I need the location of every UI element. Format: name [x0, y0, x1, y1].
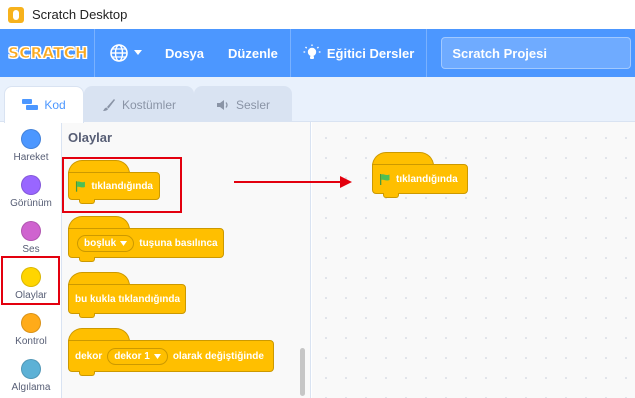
key-dropdown-value: boşluk — [84, 237, 117, 249]
category-label: Algılama — [11, 382, 51, 393]
menu-divider — [426, 29, 428, 77]
category-motion[interactable]: Hareket — [0, 124, 62, 170]
when-sprite-clicked-block[interactable]: bu kukla tıklandığında — [68, 284, 186, 318]
green-flag-icon — [380, 174, 390, 185]
chevron-down-icon — [153, 353, 161, 359]
chevron-down-icon — [134, 50, 142, 55]
chevron-down-icon — [120, 240, 128, 246]
project-title-input[interactable]: Scratch Projesi — [441, 37, 632, 69]
lightbulb-icon — [303, 44, 321, 59]
editor-tabs: Kod Kostümler Sesler — [0, 77, 635, 123]
tab-code-label: Kod — [44, 98, 66, 112]
tutorials-menu[interactable]: Eğitici Dersler — [291, 29, 426, 77]
category-dot — [21, 221, 41, 241]
category-label: Kontrol — [15, 336, 47, 347]
code-blocks-icon — [22, 99, 39, 110]
category-label: Ses — [22, 244, 40, 255]
backdrop-dropdown[interactable]: dekor 1 — [107, 347, 168, 365]
tab-costumes-label: Kostümler — [121, 97, 177, 112]
when-key-pressed-block[interactable]: boşluk tuşuna basılınca — [68, 228, 224, 262]
tab-costumes[interactable]: Kostümler — [84, 86, 194, 122]
window-title: Scratch Desktop — [32, 7, 128, 22]
brush-icon — [102, 98, 115, 111]
language-menu[interactable] — [95, 29, 153, 77]
category-looks[interactable]: Görünüm — [0, 170, 62, 216]
category-dot — [21, 359, 41, 379]
palette-scrollbar[interactable] — [300, 348, 305, 396]
workspace: Hareket Görünüm Ses Olaylar Kontrol Algı… — [0, 121, 635, 398]
arrow-head-icon — [340, 176, 352, 188]
tutorials-label: Eğitici Dersler — [326, 45, 415, 61]
block-label: dekor — [75, 350, 103, 362]
category-dot — [21, 129, 41, 149]
tab-code[interactable]: Kod — [4, 86, 84, 123]
block-label: tuşuna basılınca — [139, 237, 218, 249]
script-area[interactable]: tıklandığında — [312, 122, 635, 398]
block-label: bu kukla tıklandığında — [75, 293, 181, 305]
when-backdrop-switches-block[interactable]: dekor dekor 1 olarak değiştiğinde — [68, 340, 274, 376]
category-dot — [21, 313, 41, 333]
highlight-box-events-category — [1, 256, 60, 305]
block-label: olarak değiştiğinde — [172, 350, 264, 362]
scratch-logo[interactable]: SCRATCH — [8, 39, 88, 67]
highlight-box-flag-block — [62, 157, 182, 213]
block-label: tıklandığında — [396, 173, 458, 185]
drag-arrow — [234, 181, 344, 183]
globe-icon — [110, 44, 128, 62]
menu-bar: SCRATCH Dosya Düzenle Eğitici Dersler Sc… — [0, 29, 635, 77]
tab-sounds-label: Sesler — [235, 97, 270, 112]
edit-menu[interactable]: Düzenle — [216, 29, 290, 77]
title-bar: Scratch Desktop — [0, 0, 635, 29]
file-menu[interactable]: Dosya — [153, 29, 216, 77]
category-label: Görünüm — [10, 198, 52, 209]
key-dropdown[interactable]: boşluk — [77, 234, 135, 252]
tab-sounds[interactable]: Sesler — [194, 86, 292, 122]
when-flag-clicked-block[interactable]: tıklandığında — [372, 164, 468, 198]
category-sensing[interactable]: Algılama — [0, 354, 62, 398]
category-control[interactable]: Kontrol — [0, 308, 62, 354]
speaker-icon — [216, 99, 228, 110]
palette-heading: Olaylar — [68, 130, 113, 145]
scratch-app-icon — [8, 6, 24, 23]
category-label: Hareket — [13, 152, 49, 163]
backdrop-dropdown-value: dekor 1 — [114, 350, 150, 362]
category-dot — [21, 175, 41, 195]
